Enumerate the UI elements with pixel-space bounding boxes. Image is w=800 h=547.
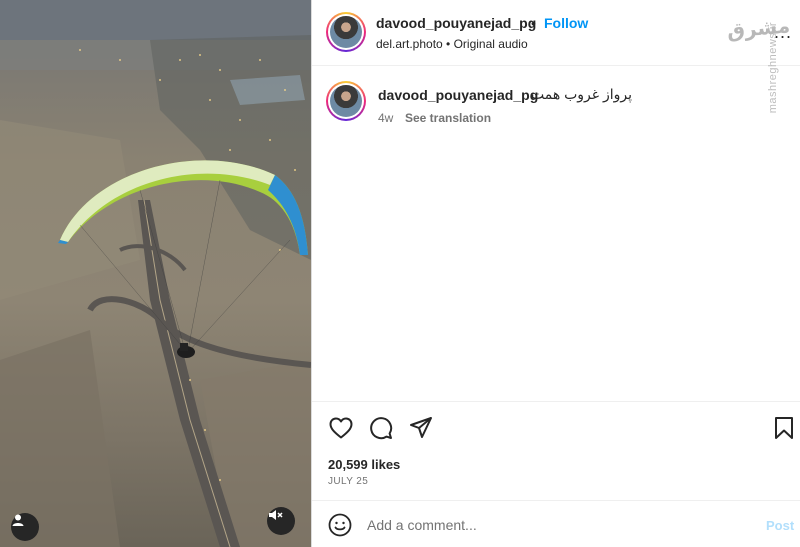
muted-speaker-icon xyxy=(269,510,283,520)
comment-icon xyxy=(370,417,393,440)
caption-author-username[interactable]: davood_pouyanejad_pg xyxy=(378,87,538,103)
share-button[interactable] xyxy=(408,415,434,441)
heart-icon xyxy=(329,417,353,439)
emoji-icon[interactable] xyxy=(328,513,352,537)
post-comment-button[interactable]: Post xyxy=(766,518,794,533)
watermark-url: mashreghnews.ir xyxy=(767,22,779,114)
tagged-user-button[interactable] xyxy=(11,513,39,541)
user-icon xyxy=(12,514,24,526)
caption-text: پرواز غروب همت xyxy=(531,86,633,102)
caption-author-avatar[interactable] xyxy=(326,81,366,121)
comment-input[interactable] xyxy=(367,512,747,538)
post-time-ago: 4w xyxy=(378,111,394,125)
comment-bar: Post xyxy=(312,500,800,547)
bookmark-icon xyxy=(775,417,793,439)
save-button[interactable] xyxy=(771,415,797,441)
follow-button[interactable]: Follow xyxy=(544,15,588,31)
share-icon xyxy=(410,417,432,438)
post-date: JULY 25 xyxy=(328,476,369,487)
post-media-video[interactable] xyxy=(0,0,311,547)
post-details-panel: davood_pouyanejad_pg • Follow del.art.ph… xyxy=(311,0,800,547)
audio-source-link[interactable]: del.art.photo • Original audio xyxy=(376,37,528,51)
see-translation-link[interactable]: See translation xyxy=(405,111,491,125)
separator-dot: • xyxy=(531,15,536,31)
paragliding-aerial-image xyxy=(0,0,311,547)
mute-toggle-button[interactable] xyxy=(267,507,295,535)
comment-button[interactable] xyxy=(368,415,394,441)
post-actions-bar xyxy=(312,401,800,451)
author-username[interactable]: davood_pouyanejad_pg xyxy=(376,15,536,31)
mashregh-watermark: مشرق mashreghnews.ir xyxy=(726,12,795,122)
watermark-logo: مشرق xyxy=(726,15,791,43)
like-button[interactable] xyxy=(328,415,354,441)
likes-count[interactable]: 20,599 likes xyxy=(328,457,400,472)
author-avatar[interactable] xyxy=(326,12,366,52)
